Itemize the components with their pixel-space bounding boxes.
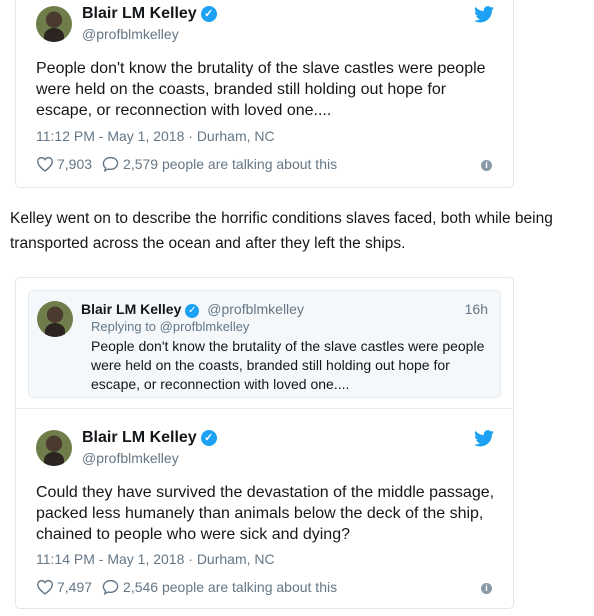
talking-count[interactable]: 2,579 people are talking about this [123,156,337,172]
verified-icon: ✓ [200,6,217,22]
author-handle[interactable]: @profblmkelley [82,450,179,466]
replying-to[interactable]: Replying to @profblmkelley [91,319,249,334]
embedded-tweet-1: Blair LM Kelley ✓ @profblmkelley People d… [15,0,514,188]
quoted-avatar[interactable] [37,301,73,337]
talking-count[interactable]: 2,546 people are talking about this [123,579,337,595]
divider [16,408,513,409]
author-handle[interactable]: @profblmkelley [82,26,179,42]
quoted-header: Blair LM Kelley ✓ @profblmkelley [81,301,304,318]
quoted-text: People don't know the brutality of the s… [91,338,485,392]
quoted-time[interactable]: 16h [465,301,488,317]
reply-bubble-icon[interactable] [102,156,119,172]
like-count[interactable]: 7,497 [57,579,92,595]
verified-icon: ✓ [200,430,217,446]
tweet-text: Could they have survived the devastation… [36,484,495,543]
info-icon[interactable]: i [481,583,492,594]
author-name-text: Blair LM Kelley [82,5,197,22]
twitter-bird-icon[interactable] [474,430,494,447]
article-paragraph: Kelley went on to describe the horrific … [10,210,553,252]
like-count[interactable]: 7,903 [57,156,92,172]
avatar[interactable] [36,430,72,466]
info-icon[interactable]: i [481,160,492,171]
tweet-actions: 7,903 2,579 people are talking about thi… [36,156,337,172]
tweet-text: People don't know the brutality of the s… [36,60,486,119]
tweet-timestamp[interactable]: 11:14 PM - May 1, 2018 · Durham, NC [36,551,275,567]
avatar[interactable] [36,6,72,42]
heart-icon[interactable] [36,579,54,595]
heart-icon[interactable] [36,156,54,172]
embedded-tweet-2: Blair LM Kelley ✓ @profblmkelley 16h Repl… [15,277,514,609]
tweet-timestamp[interactable]: 11:12 PM - May 1, 2018 · Durham, NC [36,128,275,144]
twitter-bird-icon[interactable] [474,6,494,23]
replied-tweet[interactable]: Blair LM Kelley ✓ @profblmkelley 16h Repl… [28,290,501,398]
reply-bubble-icon[interactable] [102,579,119,595]
quoted-author-name[interactable]: Blair LM Kelley [81,301,181,317]
quoted-author-handle[interactable]: @profblmkelley [207,301,304,317]
author-name-text: Blair LM Kelley [82,429,197,446]
verified-icon: ✓ [185,304,200,318]
author-name[interactable]: Blair LM Kelley ✓ [82,429,217,447]
author-name[interactable]: Blair LM Kelley ✓ [82,5,217,23]
tweet-actions: 7,497 2,546 people are talking about thi… [36,579,337,595]
